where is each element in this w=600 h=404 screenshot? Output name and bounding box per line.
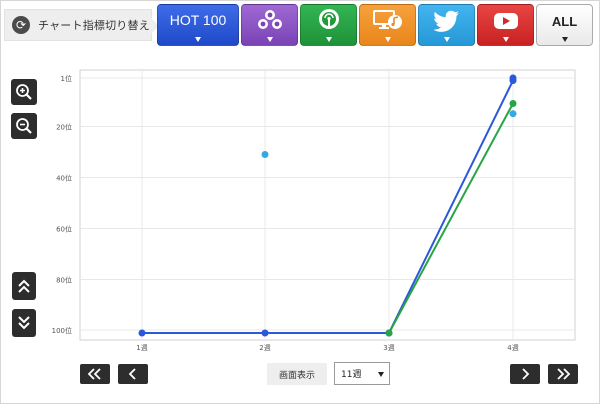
data-point — [509, 74, 517, 82]
double-chevron-left-icon — [87, 368, 101, 380]
x-tick-label: 3週 — [383, 343, 394, 352]
chevron-right-icon — [522, 368, 530, 380]
data-point — [138, 329, 146, 337]
y-tick-label: 80位 — [56, 275, 72, 284]
last-page-button[interactable] — [548, 364, 578, 384]
data-point — [509, 110, 517, 118]
data-point — [261, 329, 269, 337]
first-page-button[interactable] — [80, 364, 110, 384]
x-axis: 1週 2週 3週 4週 — [136, 343, 518, 352]
x-tick-label: 2週 — [259, 343, 270, 352]
double-chevron-right-icon — [557, 368, 571, 380]
next-page-button[interactable] — [510, 364, 540, 384]
rank-chart: 1位 20位 40位 60位 80位 100位 1週 2週 3週 4週 — [52, 69, 576, 352]
plot-area — [79, 69, 576, 341]
y-axis: 1位 20位 40位 60位 80位 100位 — [52, 74, 72, 335]
prev-page-button[interactable] — [118, 364, 148, 384]
display-label: 画面表示 — [267, 363, 327, 385]
y-tick-label: 60位 — [56, 224, 72, 233]
y-tick-label: 40位 — [56, 173, 72, 182]
y-tick-label: 20位 — [56, 122, 72, 131]
y-tick-label: 1位 — [61, 74, 72, 83]
dropdown-caret-icon — [378, 372, 384, 377]
data-point — [509, 100, 517, 107]
display-weeks-select[interactable]: 11週 — [334, 362, 390, 385]
chevron-left-icon — [128, 368, 136, 380]
display-weeks-value: 11週 — [341, 370, 362, 380]
data-point — [261, 151, 269, 158]
y-tick-label: 100位 — [52, 326, 72, 335]
x-tick-label: 1週 — [136, 343, 147, 352]
data-point — [385, 329, 393, 337]
x-tick-label: 4週 — [507, 343, 518, 352]
